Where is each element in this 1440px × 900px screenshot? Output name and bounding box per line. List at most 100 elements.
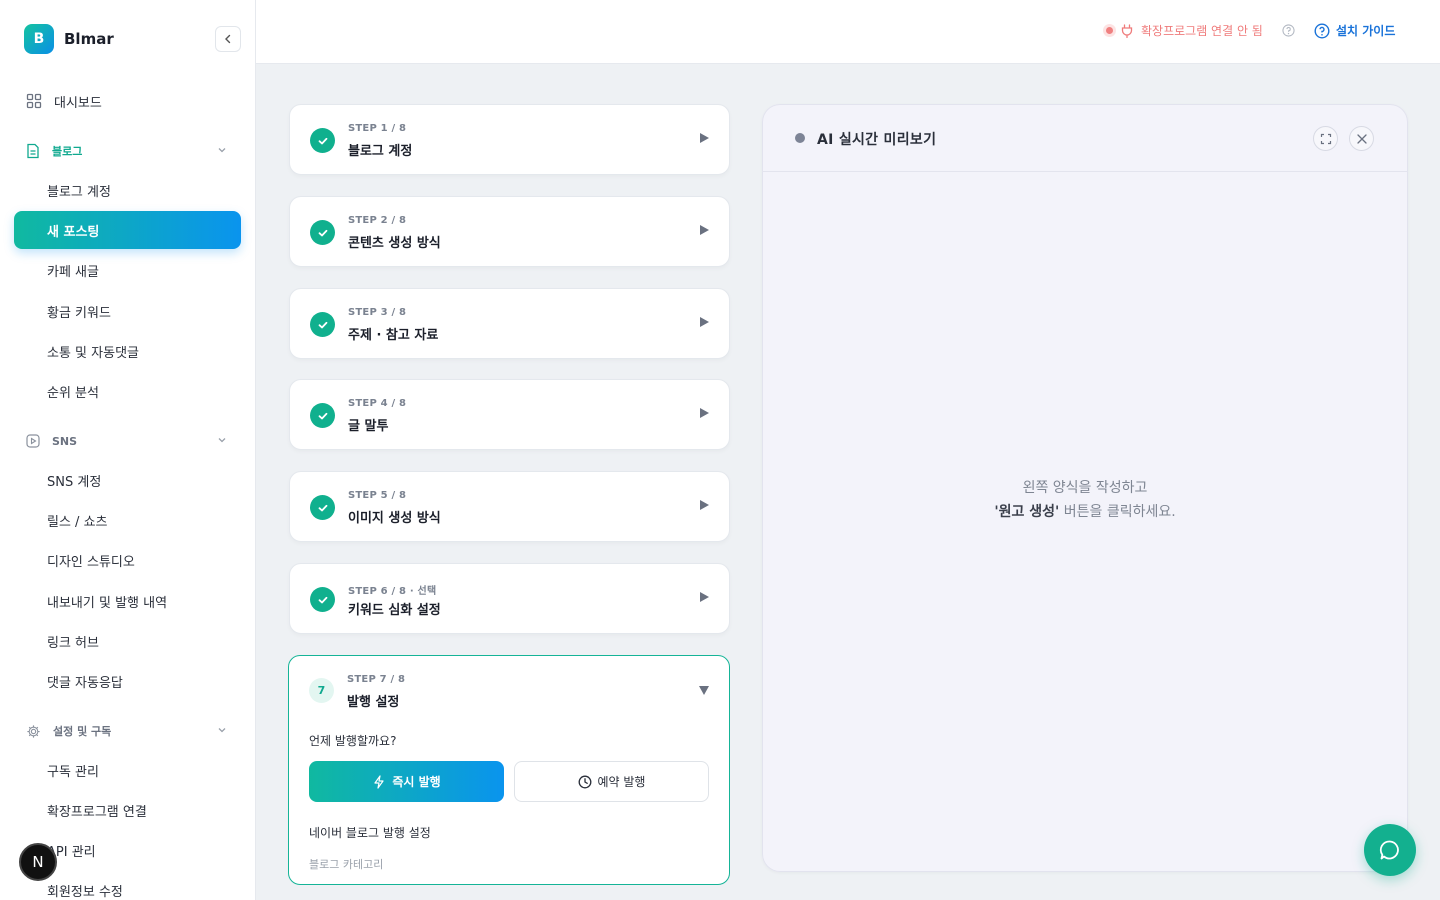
play-arrow-icon bbox=[700, 500, 709, 510]
check-icon bbox=[310, 312, 335, 337]
preview-header: AI 실시간 미리보기 bbox=[762, 104, 1408, 172]
chevron-down-icon bbox=[218, 728, 226, 733]
sidebar-section-label: SNS bbox=[52, 434, 78, 448]
extension-status[interactable]: 확장프로그램 연결 안 됨 bbox=[1106, 22, 1263, 39]
sidebar-item-subscription[interactable]: 구독 관리 bbox=[14, 752, 241, 788]
step-card-3[interactable]: STEP 3 / 8 주제 · 참고 자료 bbox=[289, 288, 730, 359]
empty-line-1: 왼쪽 양식을 작성하고 bbox=[1022, 480, 1148, 496]
sidebar-item-auto-comment[interactable]: 소통 및 자동댓글 bbox=[14, 333, 241, 369]
help-icon[interactable] bbox=[1282, 24, 1295, 37]
step-title: 글 말투 bbox=[348, 419, 389, 434]
sidebar-item-comment-auto-reply[interactable]: 댓글 자동응답 bbox=[14, 663, 241, 699]
avatar[interactable]: N bbox=[19, 843, 57, 881]
preview-title: AI 실시간 미리보기 bbox=[817, 132, 937, 148]
step-meta: STEP 2 / 8 bbox=[348, 215, 407, 226]
play-square-icon bbox=[26, 434, 40, 448]
close-icon bbox=[1356, 133, 1367, 144]
step-meta: STEP 1 / 8 bbox=[348, 123, 407, 134]
sidebar-section-sns[interactable]: SNS bbox=[14, 426, 241, 456]
publish-scheduled-label: 예약 발행 bbox=[597, 775, 646, 789]
sidebar-section-label: 블로그 bbox=[52, 145, 83, 158]
play-arrow-icon bbox=[700, 317, 709, 327]
preview-status-dot bbox=[795, 133, 805, 143]
step-card-7-open: 7 STEP 7 / 8 발행 설정 언제 발행할까요? 즉시 발행 예약 발행… bbox=[288, 655, 730, 885]
step-meta: STEP 5 / 8 bbox=[348, 490, 407, 501]
brand[interactable]: B Blmar bbox=[24, 24, 114, 54]
sidebar-item-sns-account[interactable]: SNS 계정 bbox=[14, 462, 241, 498]
sidebar-item-link-hub[interactable]: 링크 허브 bbox=[14, 623, 241, 659]
sidebar-item-design-studio[interactable]: 디자인 스튜디오 bbox=[14, 542, 241, 578]
extension-status-label: 확장프로그램 연결 안 됨 bbox=[1141, 24, 1263, 38]
publish-scheduled-button[interactable]: 예약 발행 bbox=[514, 761, 709, 802]
sidebar-section-settings[interactable]: 설정 및 구독 bbox=[14, 716, 241, 746]
sidebar-item-rank-analysis[interactable]: 순위 분석 bbox=[14, 373, 241, 409]
step-title: 블로그 계정 bbox=[348, 144, 413, 159]
play-arrow-icon bbox=[700, 133, 709, 143]
sidebar-item-extension-connect[interactable]: 확장프로그램 연결 bbox=[14, 792, 241, 828]
step-number: 7 bbox=[309, 678, 334, 703]
step-meta: STEP 3 / 8 bbox=[348, 307, 407, 318]
install-guide-label: 설치 가이드 bbox=[1336, 24, 1396, 38]
top-header: 확장프로그램 연결 안 됨 설치 가이드 bbox=[256, 0, 1440, 64]
ai-preview-panel: AI 실시간 미리보기 왼쪽 양식을 작성하고 '원고 생성' 버튼을 클릭하세… bbox=[762, 104, 1408, 872]
sidebar-item-dashboard[interactable]: 대시보드 bbox=[14, 83, 241, 119]
step-title: 주제 · 참고 자료 bbox=[348, 328, 439, 343]
empty-line-2: '원고 생성' 버튼을 클릭하세요. bbox=[762, 500, 1408, 524]
clock-icon bbox=[578, 775, 591, 788]
step-title: 콘텐츠 생성 방식 bbox=[348, 236, 441, 251]
publish-now-label: 즉시 발행 bbox=[392, 775, 441, 789]
sidebar-collapse-button[interactable] bbox=[215, 26, 241, 52]
grid-icon bbox=[26, 93, 42, 109]
play-arrow-icon bbox=[700, 592, 709, 602]
sidebar-section-label: 설정 및 구독 bbox=[53, 725, 112, 738]
step-meta: STEP 6 / 8 · 선택 bbox=[348, 586, 437, 597]
play-arrow-icon bbox=[700, 408, 709, 418]
check-icon bbox=[310, 128, 335, 153]
question-circle-icon bbox=[1314, 22, 1330, 39]
check-icon bbox=[310, 220, 335, 245]
sidebar-item-export-history[interactable]: 내보내기 및 발행 내역 bbox=[14, 583, 241, 619]
check-icon bbox=[310, 495, 335, 520]
publish-now-button[interactable]: 즉시 발행 bbox=[309, 761, 504, 802]
step-title: 키워드 심화 설정 bbox=[348, 603, 441, 618]
brand-name: Blmar bbox=[64, 30, 114, 48]
lightning-icon bbox=[374, 774, 384, 789]
step-card-4[interactable]: STEP 4 / 8 글 말투 bbox=[289, 379, 730, 450]
plug-icon bbox=[1121, 23, 1133, 38]
empty-line-2-rest: 버튼을 클릭하세요. bbox=[1059, 504, 1176, 520]
step-card-1[interactable]: STEP 1 / 8 블로그 계정 bbox=[289, 104, 730, 175]
chat-bubble-icon bbox=[1379, 840, 1399, 860]
status-dot bbox=[1106, 27, 1113, 34]
step-title: 발행 설정 bbox=[347, 695, 400, 710]
publish-question: 언제 발행할까요? bbox=[309, 734, 397, 748]
check-icon bbox=[310, 587, 335, 612]
document-icon bbox=[27, 143, 39, 159]
sidebar-section-blog[interactable]: 블로그 bbox=[14, 136, 241, 166]
sidebar-item-cafe-new-post[interactable]: 카페 새글 bbox=[14, 252, 241, 288]
sidebar-item-new-posting[interactable]: 새 포스팅 bbox=[14, 211, 241, 249]
collapse-arrow-icon[interactable] bbox=[699, 686, 709, 695]
chevron-down-icon bbox=[218, 148, 226, 153]
expand-icon bbox=[1320, 133, 1331, 144]
step-card-6[interactable]: STEP 6 / 8 · 선택 키워드 심화 설정 bbox=[289, 563, 730, 634]
chevron-left-icon bbox=[225, 34, 231, 44]
install-guide-link[interactable]: 설치 가이드 bbox=[1314, 22, 1395, 39]
step-title: 이미지 생성 방식 bbox=[348, 511, 441, 526]
sidebar-item-golden-keyword[interactable]: 황금 키워드 bbox=[14, 293, 241, 329]
sidebar-item-blog-account[interactable]: 블로그 계정 bbox=[14, 172, 241, 208]
naver-settings-heading: 네이버 블로그 발행 설정 bbox=[309, 826, 431, 840]
sidebar-item-reels-shorts[interactable]: 릴스 / 쇼츠 bbox=[14, 502, 241, 538]
sidebar-item-label: 대시보드 bbox=[54, 95, 102, 111]
gear-icon bbox=[27, 724, 40, 738]
sidebar: B Blmar 대시보드 블로그 블로그 계정 새 포스팅 카페 새글 황금 키… bbox=[0, 0, 256, 900]
chat-button[interactable] bbox=[1364, 824, 1416, 876]
step-card-2[interactable]: STEP 2 / 8 콘텐츠 생성 방식 bbox=[289, 196, 730, 267]
close-button[interactable] bbox=[1349, 126, 1374, 151]
step-meta: STEP 7 / 8 bbox=[347, 674, 406, 685]
expand-button[interactable] bbox=[1313, 126, 1338, 151]
preview-empty-message: 왼쪽 양식을 작성하고 '원고 생성' 버튼을 클릭하세요. bbox=[762, 476, 1408, 524]
brand-logo: B bbox=[24, 24, 54, 54]
empty-highlight: '원고 생성' bbox=[994, 504, 1060, 520]
blog-category-label: 블로그 카테고리 bbox=[309, 858, 384, 871]
step-card-5[interactable]: STEP 5 / 8 이미지 생성 방식 bbox=[289, 471, 730, 542]
